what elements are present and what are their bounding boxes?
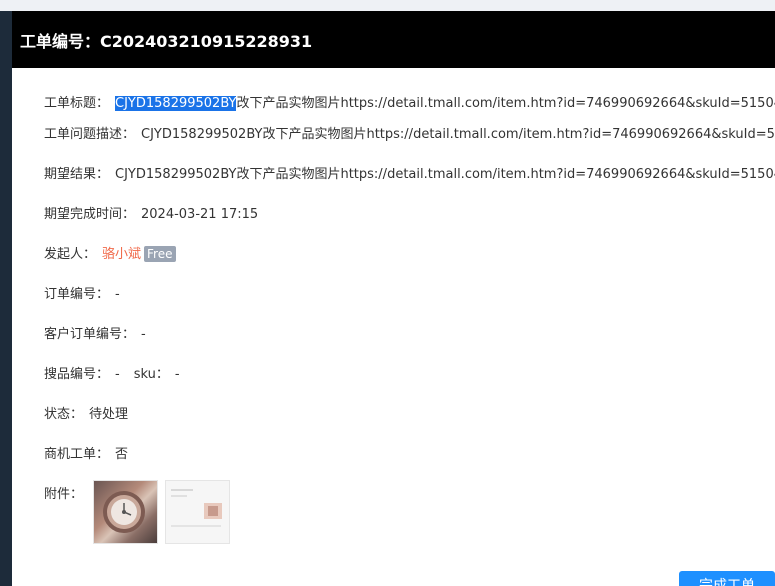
ticket-number-title: 工单编号：C202403210915228931: [20, 31, 313, 51]
ticket-title-selected-text: CJYD158299502BY: [115, 96, 237, 111]
sku-label: sku：: [133, 367, 169, 382]
field-attachments: 附件：: [44, 486, 83, 504]
field-search-number: 搜品编号： - sku： -: [44, 366, 180, 384]
field-due-time: 期望完成时间： 2024-03-21 17:15: [44, 206, 258, 224]
field-customer-order-number: 客户订单编号： -: [44, 326, 146, 344]
initiator-name[interactable]: 骆小斌: [102, 247, 141, 262]
opportunity-value: 否: [115, 447, 129, 462]
due-time-label: 期望完成时间：: [44, 207, 136, 222]
expected-result-label: 期望结果：: [44, 167, 110, 182]
panel-header: 工单编号：C202403210915228931: [12, 11, 775, 68]
customer-order-number-label: 客户订单编号：: [44, 327, 136, 342]
ticket-title-value[interactable]: CJYD158299502BY改下产品实物图片https://detail.tm…: [115, 96, 775, 111]
expected-result-value: CJYD158299502BY改下产品实物图片https://detail.tm…: [115, 167, 775, 182]
sku-value: -: [174, 367, 180, 382]
free-badge: Free: [144, 246, 176, 262]
search-number-label: 搜品编号：: [44, 367, 110, 382]
field-problem-description: 工单问题描述： CJYD158299502BY改下产品实物图片https://de…: [44, 126, 775, 144]
ticket-title-rest: 改下产品实物图片https://detail.tmall.com/item.ht…: [236, 96, 775, 111]
order-number-label: 订单编号：: [44, 287, 110, 302]
ticket-title-label: 工单标题：: [44, 96, 110, 111]
customer-order-number-value: -: [141, 327, 146, 342]
left-edge: [0, 11, 12, 586]
due-time-value: 2024-03-21 17:15: [141, 207, 259, 222]
field-status: 状态： 待处理: [44, 406, 128, 424]
status-value: 待处理: [89, 407, 129, 422]
opportunity-label: 商机工单：: [44, 447, 110, 462]
field-expected-result: 期望结果： CJYD158299502BY改下产品实物图片https://deta…: [44, 166, 775, 184]
watch-image-icon: [103, 491, 145, 533]
field-ticket-title: 工单标题： CJYD158299502BY改下产品实物图片https://deta…: [44, 95, 775, 113]
field-opportunity: 商机工单： 否: [44, 446, 128, 464]
order-number-value: -: [115, 287, 120, 302]
complete-ticket-button[interactable]: 完成工单: [679, 571, 775, 586]
status-label: 状态：: [44, 407, 84, 422]
field-order-number: 订单编号： -: [44, 286, 120, 304]
ticket-detail-panel: 工单编号：C202403210915228931 工单标题： CJYD158299…: [12, 11, 775, 586]
screenshot-image-icon: [166, 481, 229, 543]
problem-description-value: CJYD158299502BY改下产品实物图片https://detail.tm…: [141, 127, 775, 142]
attachment-thumbnail-watch[interactable]: [93, 480, 158, 544]
attachment-thumbnail-screenshot[interactable]: [165, 480, 230, 544]
search-number-value: -: [115, 367, 120, 382]
problem-description-label: 工单问题描述：: [44, 127, 136, 142]
initiator-label: 发起人：: [44, 247, 97, 262]
field-initiator: 发起人： 骆小斌 Free: [44, 246, 176, 264]
top-strip: [0, 0, 775, 11]
attachments-label: 附件：: [44, 487, 84, 502]
